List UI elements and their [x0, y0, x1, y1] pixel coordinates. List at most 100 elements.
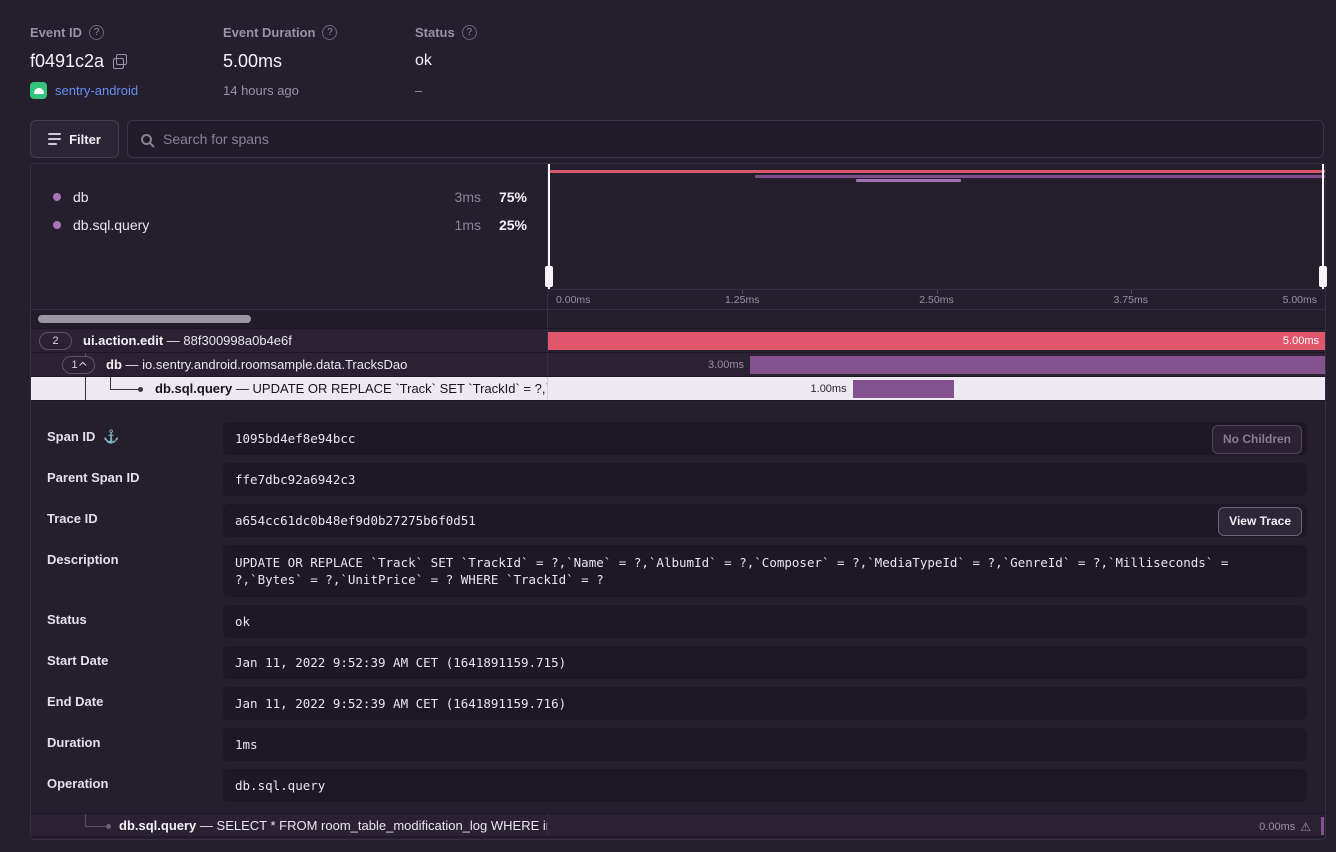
- scrollbar-thumb[interactable]: [38, 315, 251, 323]
- minimap-span-line: [755, 175, 1325, 178]
- end-date-value: Jan 11, 2022 9:52:39 AM CET (1641891159.…: [235, 696, 566, 711]
- axis-tick: 1.25ms: [725, 294, 759, 306]
- filter-icon: [48, 133, 61, 145]
- status-label: Status: [415, 25, 455, 40]
- detail-label: Trace ID: [47, 511, 98, 526]
- ops-breakdown-row[interactable]: db.sql.query 1ms 25%: [31, 211, 547, 239]
- search-input[interactable]: [163, 131, 1310, 147]
- detail-row-end-date: End Date Jan 11, 2022 9:52:39 AM CET (16…: [47, 687, 1307, 720]
- event-duration-label: Event Duration: [223, 25, 315, 40]
- chevron-up-icon: [79, 362, 86, 369]
- detail-label: Status: [47, 612, 87, 627]
- help-icon[interactable]: ?: [89, 25, 104, 40]
- parent-span-id-value: ffe7dbc92a6942c3: [235, 472, 355, 487]
- detail-label: Start Date: [47, 653, 108, 668]
- op-percent: 25%: [481, 217, 527, 233]
- minimap-section: db 3ms 75% db.sql.query 1ms 25%: [31, 164, 1325, 309]
- detail-label: Parent Span ID: [47, 470, 139, 485]
- detail-row-parent-span-id: Parent Span ID ffe7dbc92a6942c3: [47, 463, 1307, 496]
- project-link[interactable]: sentry-android: [55, 83, 138, 98]
- children-count-pill[interactable]: 1: [62, 356, 95, 374]
- filter-button[interactable]: Filter: [30, 120, 119, 158]
- start-date-value: Jan 11, 2022 9:52:39 AM CET (1641891159.…: [235, 655, 566, 670]
- status-sub: –: [415, 83, 422, 98]
- op-color-dot: [53, 193, 61, 201]
- op-name: db: [73, 189, 431, 205]
- no-children-badge: No Children: [1212, 425, 1302, 454]
- op-duration: 3ms: [431, 189, 481, 205]
- event-id-label: Event ID: [30, 25, 82, 40]
- description-value: UPDATE OR REPLACE `Track` SET `TrackId` …: [235, 555, 1228, 587]
- help-icon[interactable]: ?: [462, 25, 477, 40]
- op-name: db.sql.query: [73, 217, 431, 233]
- event-id-block: Event ID ? f0491c2a sentry-android: [30, 24, 138, 99]
- copy-icon[interactable]: [113, 54, 127, 69]
- detail-label: Description: [47, 552, 119, 567]
- span-id-value: 1095bd4ef8e94bcc: [235, 431, 355, 446]
- children-count-pill[interactable]: 2: [39, 332, 72, 350]
- span-duration-bar: [548, 332, 1325, 350]
- span-row-ui-action-edit[interactable]: 2 ui.action.edit — 88f300998a0b4e6f 5.00…: [31, 328, 1325, 352]
- detail-row-status: Status ok: [47, 605, 1307, 638]
- operation-value: db.sql.query: [235, 778, 325, 793]
- op-percent: 75%: [481, 189, 527, 205]
- trace-id-value: a654cc61dc0b48ef9d0b27275b6f0d51: [235, 513, 476, 528]
- trace-panel: db 3ms 75% db.sql.query 1ms 25%: [30, 163, 1326, 840]
- viewport-drag-handle-left[interactable]: [548, 164, 550, 289]
- span-row-db-sql-query-select[interactable]: db.sql.query — SELECT * FROM room_table_…: [31, 813, 1325, 837]
- minimap-span-line: [548, 170, 1325, 173]
- anchor-icon[interactable]: ⚓: [103, 429, 119, 445]
- span-duration-bar: [750, 356, 1325, 374]
- minimap-span-line: [856, 179, 960, 182]
- span-trace-view: Event ID ? f0491c2a sentry-android Event…: [0, 0, 1336, 852]
- span-duration-bar: [1321, 817, 1324, 835]
- duration-value: 1ms: [235, 737, 258, 752]
- span-duration-bar: [853, 380, 954, 398]
- filter-button-label: Filter: [69, 132, 101, 147]
- span-detail-panel: Span ID ⚓ 1095bd4ef8e94bcc No Children P…: [31, 400, 1325, 813]
- event-id-value: f0491c2a: [30, 51, 104, 72]
- scroll-strip: [31, 309, 1325, 328]
- span-title: ui.action.edit — 88f300998a0b4e6f: [83, 333, 292, 348]
- span-duration-label: 0.00ms ⚠: [1259, 814, 1311, 836]
- ops-breakdown-row[interactable]: db 3ms 75%: [31, 183, 547, 211]
- axis-tick: 0.00ms: [556, 294, 590, 306]
- view-trace-button[interactable]: View Trace: [1218, 507, 1302, 536]
- trace-minimap[interactable]: 0.00ms 1.25ms 2.50ms 3.75ms 5.00ms: [548, 164, 1325, 309]
- span-row-db-sql-query-selected[interactable]: db.sql.query — UPDATE OR REPLACE `Track`…: [31, 376, 1325, 400]
- span-row-db[interactable]: 1 db — io.sentry.android.roomsample.data…: [31, 352, 1325, 376]
- help-icon[interactable]: ?: [322, 25, 337, 40]
- detail-row-duration: Duration 1ms: [47, 728, 1307, 761]
- span-duration-label: 5.00ms: [1283, 329, 1319, 352]
- span-duration-label: 3.00ms: [708, 353, 744, 376]
- detail-row-operation: Operation db.sql.query: [47, 769, 1307, 802]
- span-duration-label: 1.00ms: [811, 377, 847, 400]
- viewport-drag-handle-right[interactable]: [1322, 164, 1324, 289]
- span-title: db.sql.query — SELECT * FROM room_table_…: [119, 818, 548, 833]
- detail-row-trace-id: Trace ID a654cc61dc0b48ef9d0b27275b6f0d5…: [47, 504, 1307, 537]
- detail-label: Operation: [47, 776, 108, 791]
- detail-label: Span ID: [47, 429, 95, 444]
- horizontal-scrollbar[interactable]: [31, 310, 548, 328]
- warning-icon: ⚠: [1300, 814, 1311, 836]
- axis-tick: 2.50ms: [919, 294, 953, 306]
- op-color-dot: [53, 221, 61, 229]
- span-search-box[interactable]: [127, 120, 1324, 158]
- event-duration-value: 5.00ms: [223, 51, 282, 72]
- android-platform-icon: [30, 82, 47, 99]
- detail-row-span-id: Span ID ⚓ 1095bd4ef8e94bcc No Children: [47, 422, 1307, 455]
- detail-row-description: Description UPDATE OR REPLACE `Track` SE…: [47, 545, 1307, 597]
- axis-tick: 5.00ms: [1283, 294, 1317, 306]
- detail-label: End Date: [47, 694, 103, 709]
- search-icon: [141, 134, 152, 145]
- event-age: 14 hours ago: [223, 83, 299, 98]
- tree-node-dot: [138, 387, 143, 392]
- axis-tick: 3.75ms: [1114, 294, 1148, 306]
- op-duration: 1ms: [431, 217, 481, 233]
- event-duration-block: Event Duration ? 5.00ms 14 hours ago: [223, 24, 337, 99]
- tree-node-dot: [106, 824, 111, 829]
- status-block: Status ? ok –: [415, 24, 477, 99]
- detail-row-start-date: Start Date Jan 11, 2022 9:52:39 AM CET (…: [47, 646, 1307, 679]
- span-title: db — io.sentry.android.roomsample.data.T…: [106, 357, 407, 372]
- minimap-chart[interactable]: [548, 164, 1325, 289]
